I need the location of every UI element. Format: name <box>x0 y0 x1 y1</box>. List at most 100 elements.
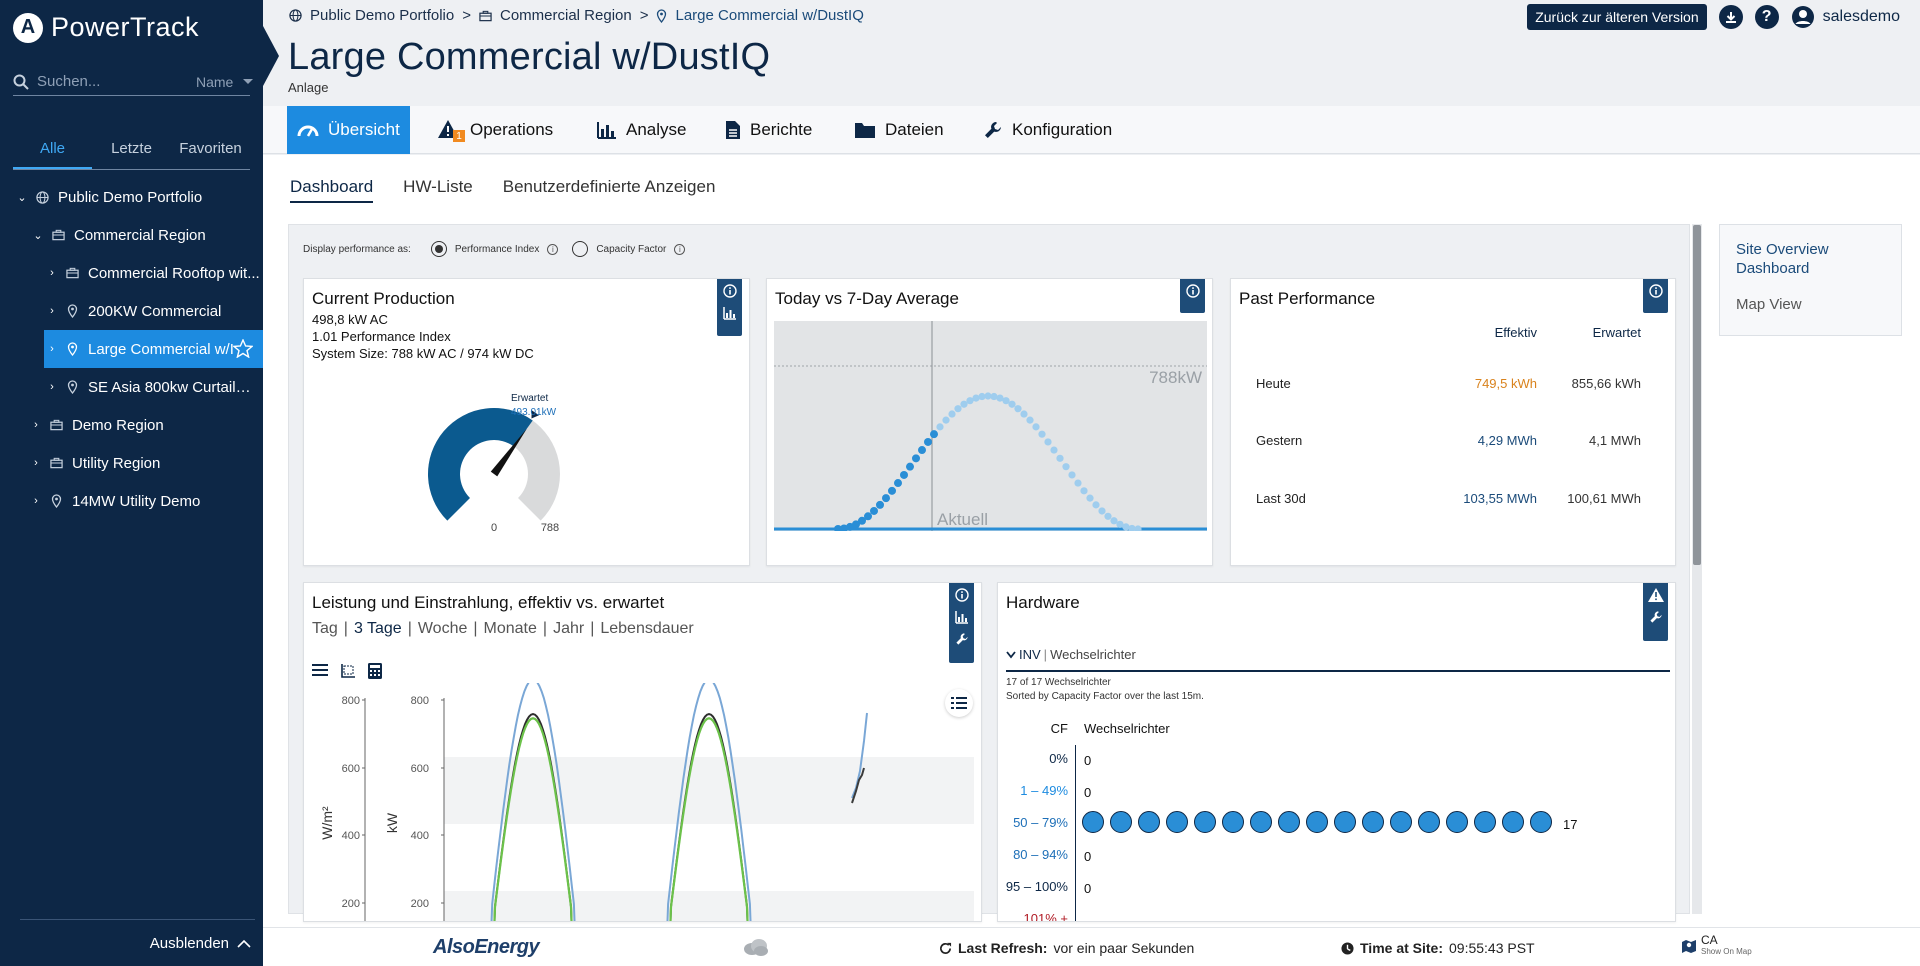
site-overview-link[interactable]: Site Overview Dashboard <box>1736 240 1886 278</box>
show-on-map-link[interactable]: Show On Map <box>1701 946 1752 958</box>
map-view-link[interactable]: Map View <box>1736 296 1802 313</box>
inverter-dot[interactable] <box>1194 811 1216 833</box>
tree-item-se-asia[interactable]: › SE Asia 800kw Curtailme... <box>0 368 263 406</box>
cf-range: 0% <box>1049 751 1068 766</box>
chevron-down-icon[interactable]: ⌄ <box>16 191 28 204</box>
breadcrumb-region[interactable]: Commercial Region <box>500 7 632 24</box>
tree-item-portfolio[interactable]: ⌄ Public Demo Portfolio <box>0 178 263 216</box>
collapse-sidebar-button[interactable]: Ausblenden <box>150 935 251 952</box>
scrollbar-thumb[interactable] <box>1693 225 1701 565</box>
chevron-down-icon[interactable]: ⌄ <box>32 229 44 242</box>
user-menu[interactable]: salesdemo <box>1791 5 1900 29</box>
average-dot <box>1068 471 1076 479</box>
inverter-dot[interactable] <box>1110 811 1132 833</box>
chevron-right-icon[interactable]: › <box>30 419 42 431</box>
tab-reports[interactable]: Berichte <box>725 106 812 154</box>
inverter-dot[interactable] <box>1446 811 1468 833</box>
tab-recent[interactable]: Letzte <box>92 140 171 169</box>
map-location[interactable]: CA Show On Map <box>1681 934 1752 958</box>
range-week[interactable]: Woche <box>418 620 468 638</box>
chart-icon[interactable] <box>954 609 970 625</box>
tree-item-demo-region[interactable]: › Demo Region <box>0 406 263 444</box>
inverter-dot[interactable] <box>1334 811 1356 833</box>
dashboard-gauge-icon <box>297 125 319 137</box>
range-3days[interactable]: 3 Tage <box>354 620 402 638</box>
tab-favorites[interactable]: Favoriten <box>171 140 250 169</box>
tab-all[interactable]: Alle <box>13 140 92 169</box>
chevron-right-icon[interactable]: › <box>46 381 58 393</box>
inverter-dot[interactable] <box>1222 811 1244 833</box>
subtab-dashboard[interactable]: Dashboard <box>290 177 374 203</box>
tab-label: Berichte <box>750 120 813 139</box>
inverter-dot[interactable] <box>1530 811 1552 833</box>
subtab-custom-views[interactable]: Benutzerdefinierte Anzeigen <box>503 177 716 203</box>
actual-dot <box>876 500 884 509</box>
info-icon[interactable] <box>1648 283 1664 299</box>
inverter-dot[interactable] <box>1474 811 1496 833</box>
range-separator: | <box>473 620 478 637</box>
chevron-right-icon[interactable]: › <box>46 343 58 355</box>
tree-item-14mw-utility[interactable]: › 14MW Utility Demo <box>0 482 263 520</box>
old-version-button[interactable]: Zurück zur älteren Version <box>1527 4 1707 30</box>
subtab-hw-list[interactable]: HW-Liste <box>403 177 473 203</box>
tab-analysis[interactable]: Analyse <box>597 106 686 154</box>
info-icon[interactable] <box>1185 283 1201 299</box>
breadcrumb-portfolio[interactable]: Public Demo Portfolio <box>310 7 454 24</box>
chevron-right-icon[interactable]: › <box>30 457 42 469</box>
warning-icon[interactable] <box>1647 587 1664 603</box>
info-icon[interactable] <box>722 283 738 299</box>
zoom-select-icon[interactable] <box>340 663 356 679</box>
inverter-dot[interactable] <box>1502 811 1524 833</box>
col-cf: CF <box>1050 721 1068 736</box>
tree-item-commercial-region[interactable]: ⌄ Commercial Region <box>0 216 263 254</box>
calculator-icon[interactable] <box>368 663 382 679</box>
tab-operations[interactable]: 1 Operations <box>437 106 553 154</box>
inverter-dot[interactable] <box>1082 811 1104 833</box>
inverter-group-header[interactable]: INV | Wechselrichter <box>1006 647 1670 672</box>
main-nav: Übersicht 1 Operations Analyse Berichte … <box>263 106 1920 154</box>
info-icon[interactable] <box>954 587 970 603</box>
card-actions <box>1643 583 1668 641</box>
inverter-dot[interactable] <box>1362 811 1384 833</box>
chart-icon[interactable] <box>722 305 738 321</box>
inverter-dot[interactable] <box>1390 811 1412 833</box>
range-months[interactable]: Monate <box>484 620 537 638</box>
range-lifetime[interactable]: Lebensdauer <box>600 620 693 638</box>
download-icon[interactable] <box>1718 5 1743 29</box>
tab-configuration[interactable]: Konfiguration <box>983 106 1112 154</box>
inverter-dot[interactable] <box>1418 811 1440 833</box>
help-icon[interactable]: ? <box>1754 5 1779 29</box>
inverter-dot[interactable] <box>1138 811 1160 833</box>
chevron-right-icon[interactable]: › <box>30 495 42 507</box>
tree-item-large-commercial[interactable]: › Large Commercial w/I <box>44 330 263 368</box>
search-input[interactable] <box>37 73 177 90</box>
menu-icon[interactable] <box>312 663 328 677</box>
radio-performance-index[interactable] <box>430 241 447 257</box>
tab-overview[interactable]: Übersicht <box>287 106 410 154</box>
sort-select[interactable]: Name <box>196 74 254 90</box>
tree-item-utility-region[interactable]: › Utility Region <box>0 444 263 482</box>
chevron-right-icon[interactable]: › <box>46 267 58 279</box>
cf-count: 0 <box>1084 753 1092 768</box>
inverter-dot[interactable] <box>1166 811 1188 833</box>
wrench-icon[interactable] <box>1648 609 1664 625</box>
tree-item-200kw-commercial[interactable]: › 200KW Commercial <box>0 292 263 330</box>
chevron-right-icon[interactable]: › <box>46 305 58 317</box>
wrench-icon[interactable] <box>954 631 970 647</box>
app-logo[interactable]: A PowerTrack <box>13 12 199 43</box>
tree-item-commercial-rooftop[interactable]: › Commercial Rooftop wit... <box>0 254 263 292</box>
range-day[interactable]: Tag <box>312 620 338 638</box>
tab-files[interactable]: Dateien <box>854 106 944 154</box>
radio-capacity-factor[interactable] <box>572 241 589 257</box>
range-year[interactable]: Jahr <box>553 620 584 638</box>
favorite-star-icon[interactable] <box>232 338 254 362</box>
info-icon[interactable]: i <box>674 243 686 255</box>
left-tick: 400 <box>342 830 360 842</box>
inverter-dot[interactable] <box>1278 811 1300 833</box>
refresh-icon[interactable] <box>939 942 952 955</box>
inverter-dot[interactable] <box>1306 811 1328 833</box>
inverter-dot[interactable] <box>1250 811 1272 833</box>
info-icon[interactable]: i <box>547 243 559 255</box>
left-axis-label: W/m² <box>319 806 335 840</box>
cf-count: 17 <box>1563 817 1578 832</box>
